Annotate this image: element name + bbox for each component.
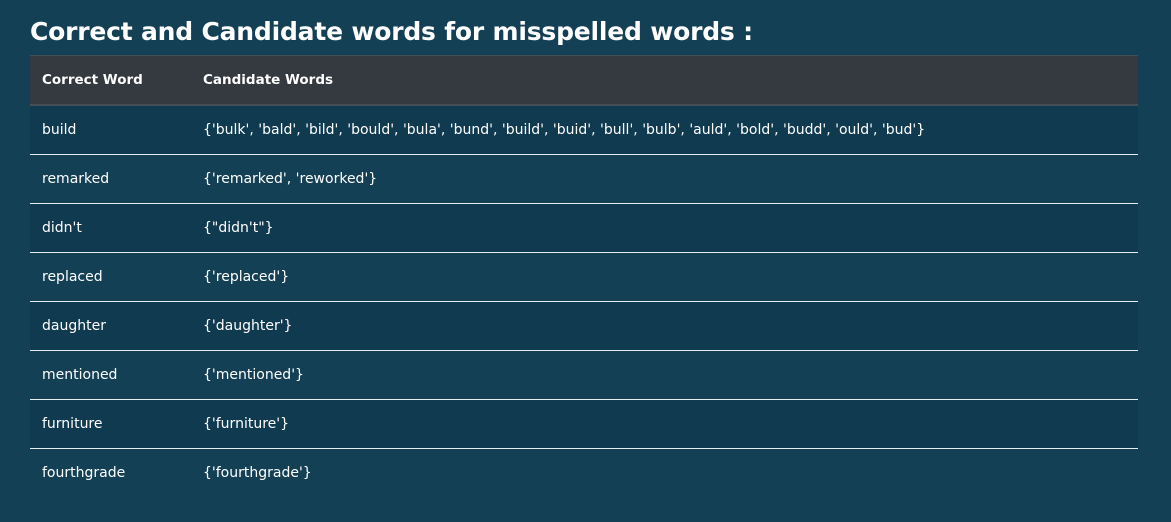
correct-word-cell: fourthgrade [30,448,191,497]
table-row: replaced {'replaced'} [30,252,1138,302]
table-row: fourthgrade {'fourthgrade'} [30,448,1138,497]
table-row: didn't {"didn't"} [30,203,1138,253]
candidate-words-table: Correct Word Candidate Words build {'bul… [30,55,1138,497]
candidate-words-cell: {"didn't"} [191,203,1138,253]
table-header-row: Correct Word Candidate Words [30,55,1138,106]
candidate-words-cell: {'daughter'} [191,301,1138,351]
column-header-candidate-words: Candidate Words [191,55,1138,106]
correct-word-cell: remarked [30,154,191,204]
candidate-words-cell: {'remarked', 'reworked'} [191,154,1138,204]
candidate-words-cell: {'furniture'} [191,399,1138,449]
page-title: Correct and Candidate words for misspell… [30,17,753,46]
table-row: furniture {'furniture'} [30,399,1138,449]
correct-word-cell: build [30,105,191,155]
column-header-correct-word: Correct Word [30,55,191,106]
candidate-words-cell: {'replaced'} [191,252,1138,302]
candidate-words-cell: {'mentioned'} [191,350,1138,400]
correct-word-cell: didn't [30,203,191,253]
table-row: mentioned {'mentioned'} [30,350,1138,400]
table-row: daughter {'daughter'} [30,301,1138,351]
table-header: Correct Word Candidate Words [30,55,1138,106]
correct-word-cell: furniture [30,399,191,449]
page-content: Correct and Candidate words for misspell… [30,0,1139,497]
candidate-words-cell: {'bulk', 'bald', 'bild', 'bould', 'bula'… [191,105,1138,155]
correct-word-cell: daughter [30,301,191,351]
table-row: build {'bulk', 'bald', 'bild', 'bould', … [30,105,1138,155]
table-row: remarked {'remarked', 'reworked'} [30,154,1138,204]
correct-word-cell: replaced [30,252,191,302]
candidate-words-cell: {'fourthgrade'} [191,448,1138,497]
correct-word-cell: mentioned [30,350,191,400]
table-body: build {'bulk', 'bald', 'bild', 'bould', … [30,105,1138,497]
